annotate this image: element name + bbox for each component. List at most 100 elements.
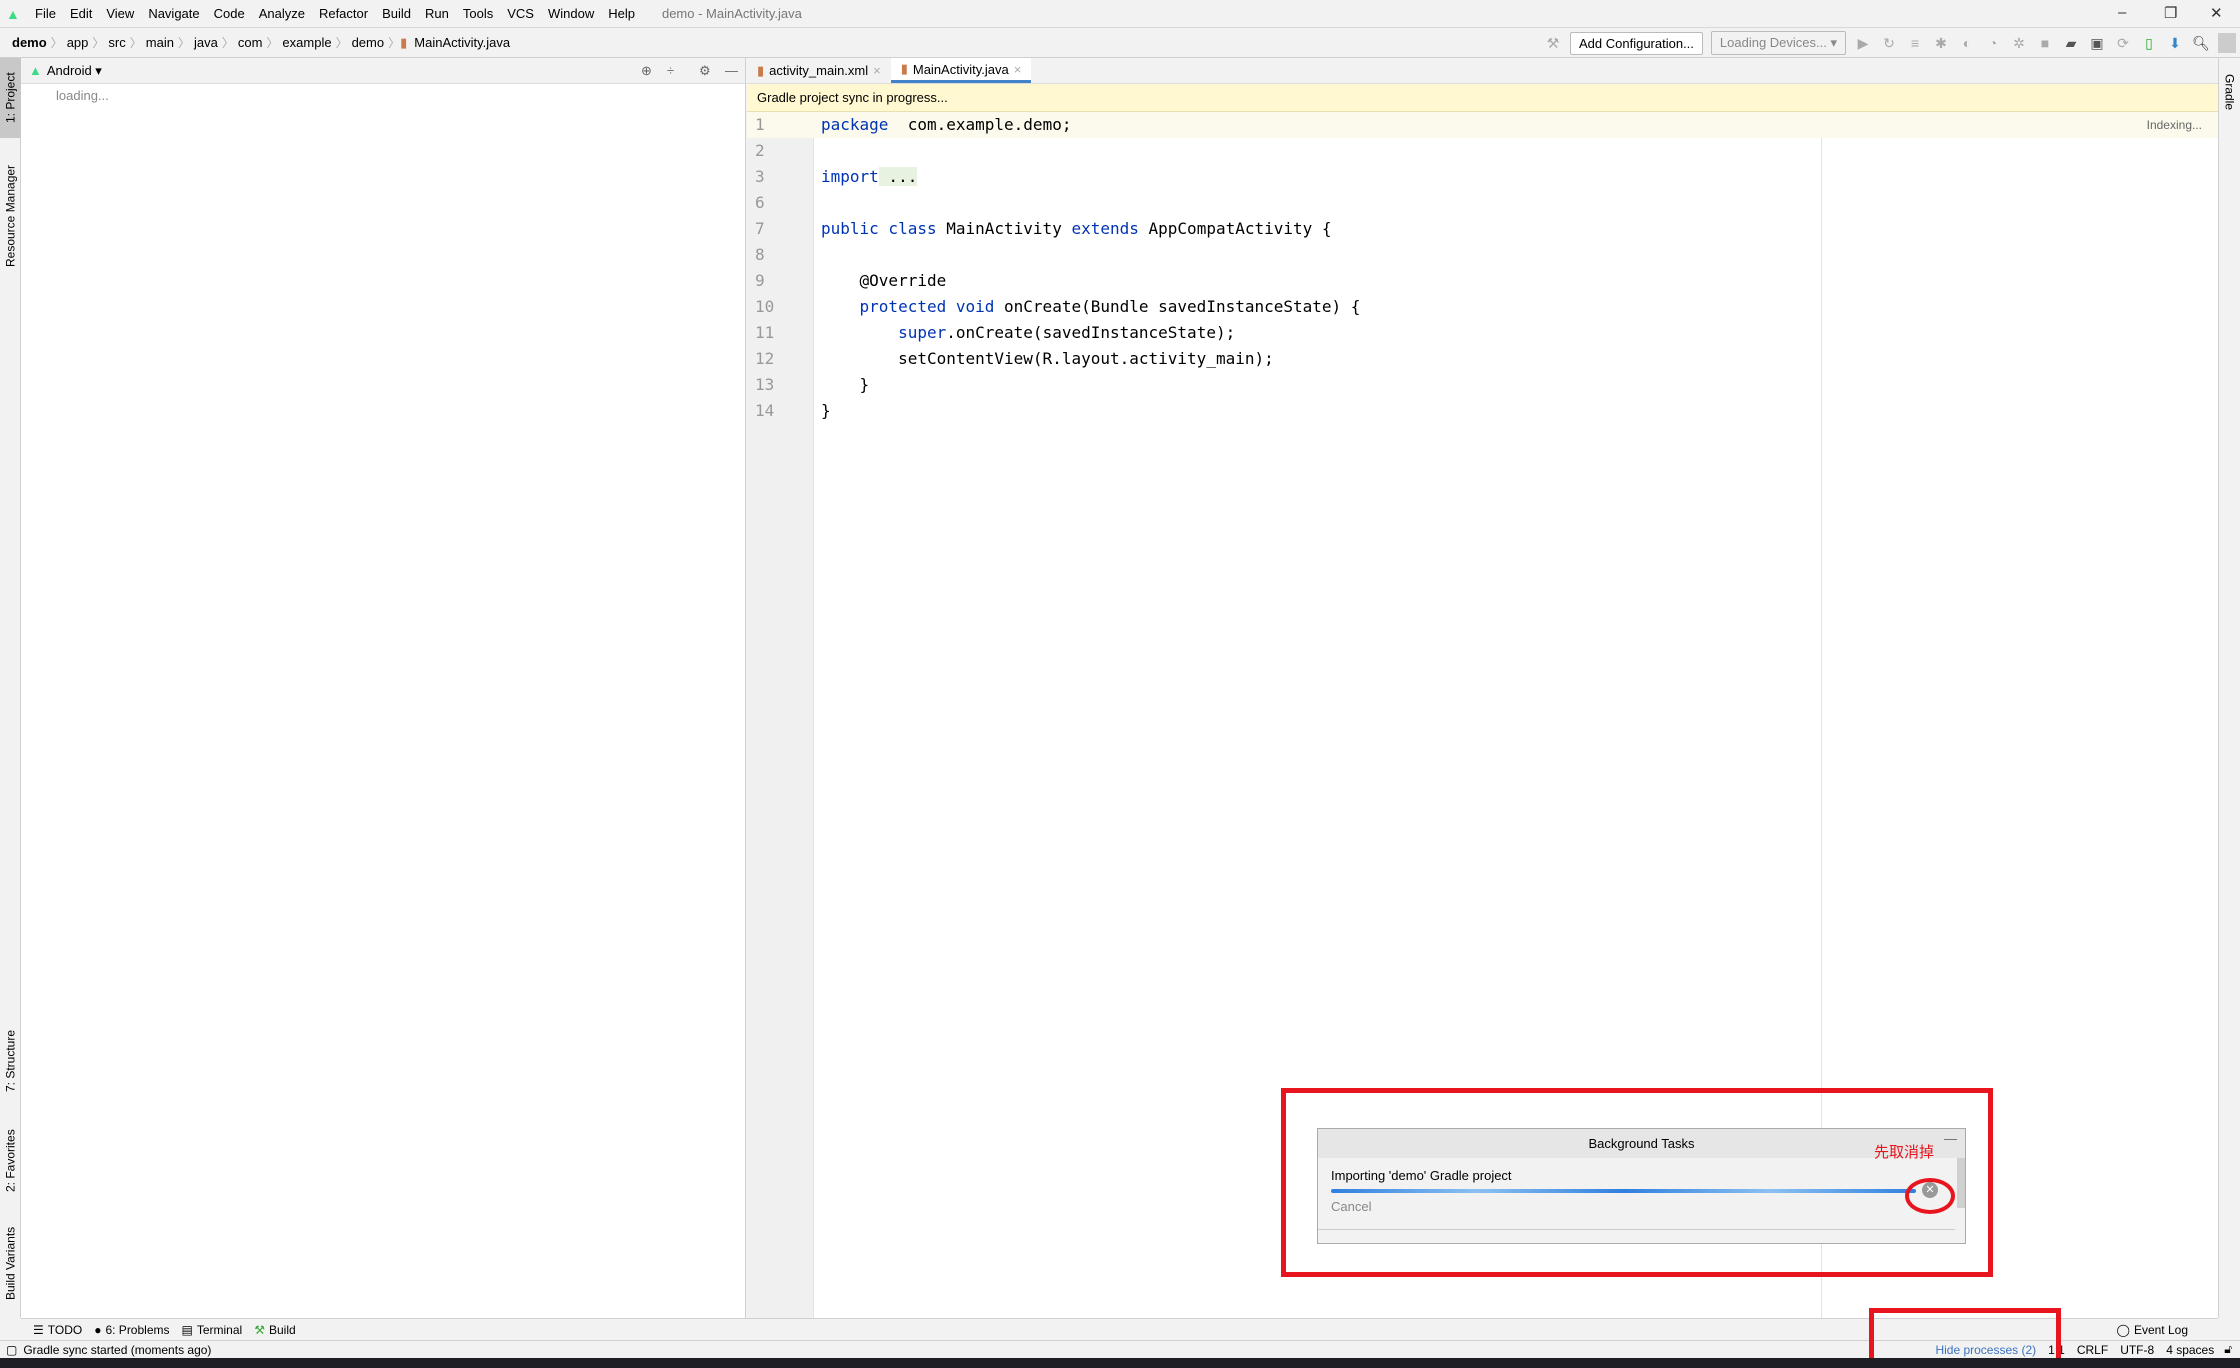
breadcrumb-item[interactable]: demo (8, 35, 51, 50)
close-tab-icon[interactable]: × (1014, 62, 1022, 77)
code-line[interactable]: 8 (747, 242, 2218, 268)
hammer-icon[interactable]: ⚒ (1544, 35, 1562, 52)
code-line[interactable]: 14} (747, 398, 2218, 424)
menu-vcs[interactable]: VCS (507, 6, 534, 21)
collapse-all-icon[interactable]: ÷ (667, 63, 674, 78)
breadcrumb-item[interactable]: main (142, 35, 178, 50)
project-structure-icon[interactable]: ▰ (2062, 35, 2080, 52)
breadcrumb-item[interactable]: demo (348, 35, 389, 50)
stop-icon[interactable]: ■ (2036, 35, 2054, 51)
build-tab[interactable]: ⚒ Build (254, 1323, 295, 1337)
code-token: @Override (821, 271, 947, 290)
folded-imports[interactable]: ... (878, 167, 918, 186)
editor-tab[interactable]: ▮ activity_main.xml × (747, 58, 891, 83)
breadcrumb-item[interactable]: java (190, 35, 222, 50)
breadcrumb-item[interactable]: MainActivity.java (410, 35, 514, 50)
search-icon[interactable]: 🔍︎ (2192, 35, 2210, 52)
menu-bar: ▲ File Edit View Navigate Code Analyze Refacto… (0, 0, 2240, 28)
run-icon[interactable]: ▶ (1854, 35, 1872, 52)
android-studio-logo-icon: ▲ (6, 5, 20, 22)
terminal-tab[interactable]: ▤ Terminal (182, 1323, 243, 1337)
apply-changes-icon[interactable]: ≡ (1906, 35, 1924, 51)
code-line[interactable]: 10 protected void onCreate(Bundle savedI… (747, 294, 2218, 320)
background-tasks-popup: Background Tasks — Importing 'demo' Grad… (1317, 1128, 1966, 1244)
breadcrumb-item[interactable]: app (63, 35, 93, 50)
close-tab-icon[interactable]: × (873, 63, 881, 78)
code-line[interactable]: 6 (747, 190, 2218, 216)
menu-view[interactable]: View (106, 6, 134, 21)
device-selector[interactable]: Loading Devices... ▾ (1710, 31, 1846, 55)
menu-file[interactable]: File (35, 6, 56, 21)
breadcrumb-item[interactable]: example (278, 35, 335, 50)
code-line[interactable]: 7 public class MainActivity extends AppCo… (747, 216, 2218, 242)
menu-navigate[interactable]: Navigate (148, 6, 199, 21)
navigation-bar: demo 〉 app 〉 src 〉 main 〉 java 〉 com 〉 example 〉 demo 〉… (0, 28, 2240, 58)
editor-tabs: ▮ activity_main.xml × ▮ MainActivity.java × (747, 58, 2218, 84)
attach-process-icon[interactable]: ✲ (2010, 35, 2028, 52)
sdk-manager-icon[interactable]: ⬇ (2166, 35, 2184, 52)
build-variants-tab[interactable]: Build Variants (0, 1213, 21, 1313)
file-encoding[interactable]: UTF-8 (2120, 1343, 2154, 1357)
code-line[interactable]: 3 import ... (747, 164, 2218, 190)
code-line[interactable]: 11 super.onCreate(savedInstanceState); (747, 320, 2218, 346)
todo-tab[interactable]: ☰ TODO (33, 1323, 82, 1337)
popup-scrollbar[interactable] (1957, 1158, 1965, 1208)
breadcrumb-item[interactable]: src (104, 35, 129, 50)
code-text: super.onCreate(savedInstanceState); (821, 320, 1235, 346)
code-token: MainActivity (936, 219, 1072, 238)
annotation-circle (1905, 1178, 1955, 1214)
minimize-popup-button[interactable]: — (1944, 1131, 1957, 1146)
user-avatar[interactable] (2218, 33, 2236, 53)
lock-icon[interactable]: 🔓︎ (2224, 1342, 2232, 1357)
breadcrumb-item[interactable]: com (234, 35, 267, 50)
project-tool-tab[interactable]: 1: Project (0, 58, 21, 138)
event-log-tab[interactable]: ◯ Event Log (2117, 1323, 2188, 1337)
editor-tab[interactable]: ▮ MainActivity.java × (890, 58, 1032, 83)
indent-setting[interactable]: 4 spaces (2166, 1343, 2214, 1357)
project-panel-header: ▲ Android ▾ ⊕ ÷ ⚙ — (21, 58, 745, 84)
chevron-right-icon: 〉 (221, 36, 234, 50)
rerun-icon[interactable]: ↻ (1880, 35, 1898, 52)
menu-build[interactable]: Build (382, 6, 411, 21)
close-window-button[interactable]: ✕ (2210, 4, 2223, 22)
menu-analyze[interactable]: Analyze (259, 6, 305, 21)
left-tool-rail: 1: Project Resource Manager 7: Structure… (0, 58, 21, 1318)
menu-refactor[interactable]: Refactor (319, 6, 368, 21)
problems-tab[interactable]: ● 6: Problems (94, 1323, 169, 1337)
sync-gradle-icon[interactable]: ⟳ (2114, 35, 2132, 52)
menu-run[interactable]: Run (425, 6, 449, 21)
java-file-icon: ▮ (900, 61, 908, 76)
attach-debugger-icon[interactable]: ◐ (1958, 35, 1976, 51)
structure-tab[interactable]: 7: Structure (0, 1013, 21, 1108)
cancel-link[interactable]: Cancel (1318, 1193, 1965, 1214)
menu-code[interactable]: Code (214, 6, 245, 21)
layout-inspector-icon[interactable]: ▣ (2088, 35, 2106, 52)
chevron-right-icon: 〉 (266, 36, 279, 50)
java-file-icon: ▮ (400, 34, 408, 50)
locate-icon[interactable]: ⊕ (641, 63, 652, 79)
menu-tools[interactable]: Tools (463, 6, 493, 21)
code-line[interactable]: 1 package com.example.demo; (747, 112, 2218, 138)
gradle-tab[interactable]: Gradle (2219, 62, 2240, 122)
restore-button[interactable]: ❐ (2164, 4, 2177, 22)
status-toggle-icon[interactable]: ▢ (6, 1343, 17, 1357)
hide-panel-icon[interactable]: — (725, 63, 738, 78)
menu-help[interactable]: Help (608, 6, 635, 21)
code-line[interactable]: 13 } (747, 372, 2218, 398)
add-configuration-button[interactable]: Add Configuration... (1570, 31, 1703, 55)
code-token: onCreate(Bundle savedInstanceState) { (994, 297, 1361, 316)
line-separator[interactable]: CRLF (2077, 1343, 2108, 1357)
minimize-button[interactable]: – (2118, 4, 2126, 21)
favorites-tab[interactable]: 2: Favorites (0, 1113, 21, 1208)
menu-window[interactable]: Window (548, 6, 594, 21)
code-line[interactable]: 12 setContentView(R.layout.activity_main… (747, 346, 2218, 372)
avd-manager-icon[interactable]: ▯ (2140, 35, 2158, 52)
menu-edit[interactable]: Edit (70, 6, 92, 21)
project-view-selector[interactable]: Android ▾ (47, 63, 102, 79)
gear-icon[interactable]: ⚙ (699, 63, 711, 79)
resource-manager-tab[interactable]: Resource Manager (0, 148, 21, 283)
profile-icon[interactable]: ◔ (1984, 35, 2002, 51)
code-line[interactable]: 2 (747, 138, 2218, 164)
code-line[interactable]: 9 @Override (747, 268, 2218, 294)
debug-icon[interactable]: ✱ (1932, 35, 1950, 52)
